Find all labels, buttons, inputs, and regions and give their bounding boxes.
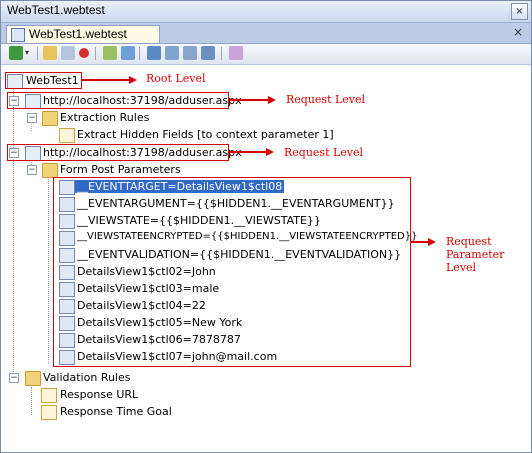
- arrowhead-icon: [266, 148, 274, 156]
- webtest-window: WebTest1.webtest × WebTest1.webtest × ▾: [0, 0, 532, 453]
- set-credentials-icon[interactable]: [147, 46, 161, 60]
- collapse-icon[interactable]: −: [27, 165, 37, 175]
- request-parameter-annotation-1: Request: [446, 235, 492, 248]
- request-parameter-level-box: [53, 177, 411, 367]
- arrowhead-icon: [129, 76, 137, 84]
- extraction-rules-label: Extraction Rules: [60, 111, 150, 124]
- response-time-goal-label: Response Time Goal: [60, 405, 172, 418]
- tree-line: [31, 387, 32, 415]
- add-datasource-icon[interactable]: [121, 46, 135, 60]
- root-level-annotation: Root Level: [146, 72, 206, 85]
- generate-code-icon[interactable]: [201, 46, 215, 60]
- parameterize-icon[interactable]: [103, 46, 117, 60]
- record-icon[interactable]: [79, 48, 89, 58]
- document-tab-strip: WebTest1.webtest ×: [1, 23, 531, 44]
- toolbar-separator: [37, 47, 38, 60]
- request-level-annotation-2: Request Level: [284, 146, 364, 159]
- request-level-arrow-2: [228, 151, 266, 153]
- validation-rule-icon: [41, 388, 57, 403]
- add-plugin-icon[interactable]: [165, 46, 179, 60]
- tab-webtest1[interactable]: WebTest1.webtest: [6, 25, 160, 43]
- toolbar-separator: [221, 47, 222, 60]
- extract-hidden-label: Extract Hidden Fields [to context parame…: [77, 128, 334, 141]
- run-dropdown-icon[interactable]: ▾: [25, 48, 31, 62]
- window-title: WebTest1.webtest: [7, 3, 105, 17]
- toolbar-separator: [95, 47, 96, 60]
- validation-rules-label: Validation Rules: [43, 371, 131, 384]
- request-level-annotation-1: Request Level: [286, 93, 366, 106]
- request-parameter-annotation-2: Parameter: [446, 248, 505, 261]
- webtest-tree: WebTest1 − http://localhost:37198/adduse…: [1, 65, 531, 452]
- extraction-rule-icon: [59, 128, 75, 143]
- tree-line: [48, 170, 49, 364]
- tree-line: [13, 82, 14, 382]
- collapse-icon[interactable]: −: [27, 113, 37, 123]
- folder-icon: [42, 163, 58, 178]
- validation-rule-icon: [41, 405, 57, 420]
- response-url-label: Response URL: [60, 388, 139, 401]
- collapse-icon[interactable]: −: [9, 373, 19, 383]
- close-tab-icon[interactable]: ×: [513, 25, 523, 39]
- performance-session-icon[interactable]: [229, 46, 243, 60]
- title-bar: WebTest1.webtest ×: [1, 1, 531, 23]
- toolbar-separator: [139, 47, 140, 60]
- request-level-box-2: [7, 144, 229, 161]
- webtest-toolbar: ▾: [1, 44, 531, 65]
- request-parameter-arrow: [410, 241, 428, 243]
- close-window-icon[interactable]: ×: [511, 3, 528, 20]
- webtest-file-icon: [11, 28, 25, 42]
- request-level-box-1: [7, 92, 229, 109]
- folder-icon: [25, 371, 41, 386]
- add-request-icon[interactable]: [43, 46, 57, 60]
- tab-label: WebTest1.webtest: [29, 27, 127, 41]
- root-level-box: [5, 72, 82, 89]
- arrowhead-icon: [268, 96, 276, 104]
- folder-icon: [42, 111, 58, 126]
- request-parameter-annotation-3: Level: [446, 261, 477, 274]
- add-transaction-icon[interactable]: [61, 46, 75, 60]
- run-test-icon[interactable]: [9, 46, 23, 60]
- arrowhead-icon: [428, 238, 436, 246]
- form-post-label: Form Post Parameters: [60, 163, 181, 176]
- root-level-arrow: [81, 79, 129, 81]
- add-request-plugin-icon[interactable]: [183, 46, 197, 60]
- request-level-arrow-1: [228, 99, 268, 101]
